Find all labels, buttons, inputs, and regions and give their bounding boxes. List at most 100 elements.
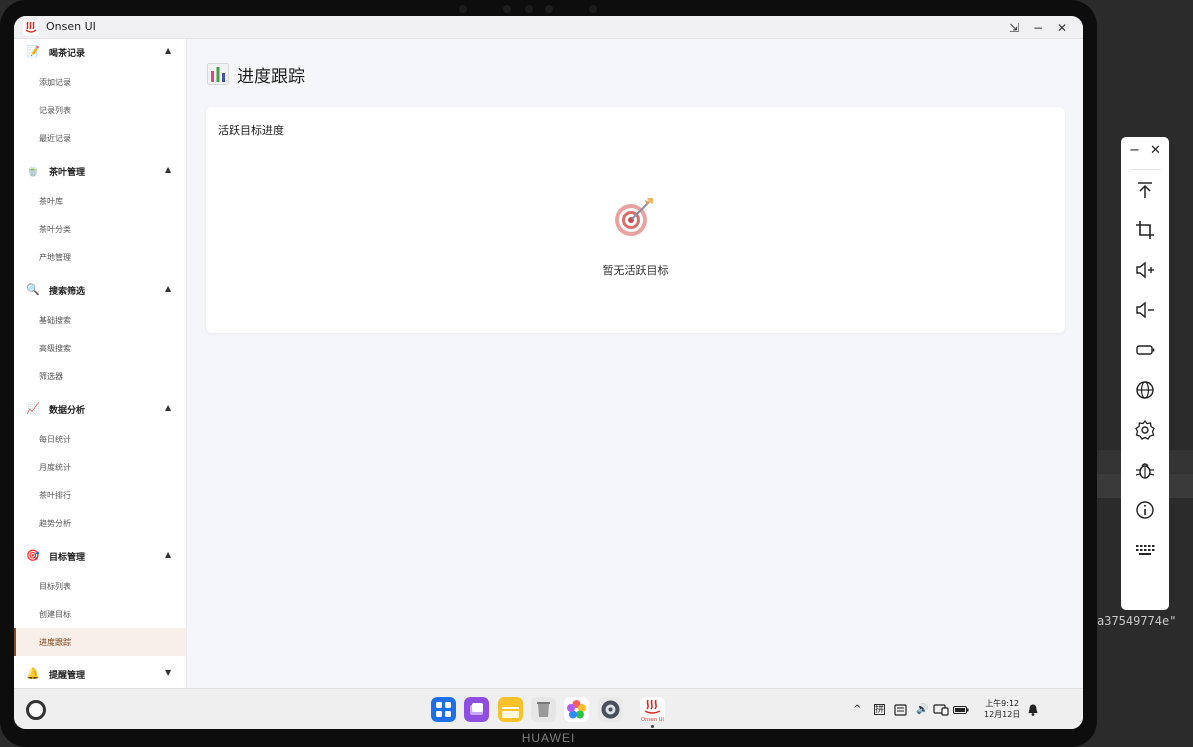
sidebar-item-trend-analysis[interactable]: 趋势分析: [14, 509, 186, 537]
card-title: 活跃目标进度: [218, 124, 284, 137]
sidebar-group-search-filter[interactable]: 🔍 搜索筛选 ▲: [14, 278, 186, 304]
notes-app-icon[interactable]: [498, 697, 523, 722]
battery-icon[interactable]: [953, 703, 969, 717]
sidebar-item-label: 基础搜索: [39, 316, 71, 325]
chevron-down-icon: ▼: [165, 668, 172, 677]
sidebar-item-monthly-stats[interactable]: 月度统计: [14, 453, 186, 481]
settings-app-icon[interactable]: [598, 697, 623, 722]
sidebar-item-tea-library[interactable]: 茶叶库: [14, 187, 186, 215]
panel-divider: [1129, 169, 1161, 170]
tea-bowl-icon: 🍵: [26, 164, 40, 177]
gear-icon[interactable]: [1133, 418, 1157, 442]
sidebar-item-origin-management[interactable]: 产地管理: [14, 243, 186, 271]
app-launcher-icon[interactable]: [431, 697, 456, 722]
close-button[interactable]: ✕: [1052, 19, 1072, 37]
sidebar-group-reminders[interactable]: 🔔 提醒管理 ▼: [14, 662, 186, 688]
onsen-logo-icon: [23, 20, 39, 35]
sidebar-group-tea-records[interactable]: 📝 喝茶记录 ▲: [14, 40, 186, 66]
dock-app-label: Onsen UI: [641, 717, 664, 723]
chevron-up-icon: ▲: [165, 165, 172, 174]
chevron-up-icon: ▲: [165, 284, 172, 293]
sensor-dot: [589, 5, 597, 13]
globe-icon[interactable]: [1133, 378, 1157, 402]
clock-time: 上午9:12: [985, 699, 1020, 708]
sidebar-item-label: 筛选器: [39, 372, 63, 381]
target-icon: 🎯: [26, 549, 40, 562]
device-brand: HUAWEI: [521, 731, 576, 745]
keyboard-icon[interactable]: [1133, 538, 1157, 562]
sidebar-group-label: 喝茶记录: [49, 49, 86, 59]
info-icon[interactable]: [1133, 498, 1157, 522]
sidebar-item-label: 茶叶排行: [39, 491, 71, 500]
sidebar-item-tea-ranking[interactable]: 茶叶排行: [14, 481, 186, 509]
sidebar-item-label: 每日统计: [39, 435, 71, 444]
chevron-up-icon: ▲: [165, 403, 172, 412]
sidebar-item-label: 茶叶分类: [39, 225, 71, 234]
power-icon[interactable]: [1133, 338, 1157, 362]
clock-date: 12月12日: [984, 710, 1021, 719]
panel-close-button[interactable]: ✕: [1150, 143, 1161, 158]
sidebar-item-goal-list[interactable]: 目标列表: [14, 572, 186, 600]
sidebar-item-tea-categories[interactable]: 茶叶分类: [14, 215, 186, 243]
notification-bell-icon[interactable]: [1027, 703, 1039, 717]
sidebar-item-filter[interactable]: 筛选器: [14, 362, 186, 390]
sidebar-nav: 📝 喝茶记录 ▲ 添加记录 记录列表 最近记录 🍵 茶叶管理 ▲ 茶叶库 茶叶分…: [14, 39, 187, 688]
pin-top-icon[interactable]: [1133, 178, 1157, 202]
sensor-dot: [503, 5, 511, 13]
active-goals-card: 活跃目标进度 暂无活跃目标: [206, 107, 1065, 333]
sidebar-item-label: 产地管理: [39, 253, 71, 262]
assistant-icon[interactable]: [26, 700, 46, 720]
volume-icon[interactable]: 🔊: [916, 703, 928, 717]
sensor-dot: [459, 5, 467, 13]
sidebar-item-label: 创建目标: [39, 610, 71, 619]
sidebar-item-label: 进度跟踪: [39, 638, 71, 647]
sidebar-item-create-goal[interactable]: 创建目标: [14, 600, 186, 628]
chevron-up-icon: ▲: [165, 46, 172, 55]
dart-target-icon: [615, 198, 653, 236]
taskbar-clock[interactable]: 上午9:12 12月12日: [984, 698, 1020, 720]
sidebar-group-label: 目标管理: [49, 553, 86, 563]
bug-icon[interactable]: [1133, 458, 1157, 482]
panel-minimize-button[interactable]: −: [1129, 143, 1140, 158]
camera-dot: [545, 5, 553, 13]
sidebar-item-label: 月度统计: [39, 463, 71, 472]
sidebar-group-label: 数据分析: [49, 406, 86, 416]
multitask-icon[interactable]: [464, 697, 489, 722]
sidebar-item-progress-tracking[interactable]: 进度跟踪: [14, 628, 186, 656]
sidebar-item-recent-records[interactable]: 最近记录: [14, 124, 186, 152]
sidebar-item-label: 趋势分析: [39, 519, 71, 528]
memo-icon: 📝: [26, 45, 40, 58]
ime-icon[interactable]: 拼: [874, 704, 885, 715]
chevron-up-icon: ▲: [165, 550, 172, 559]
sidebar-item-label: 茶叶库: [39, 197, 63, 206]
sidebar-item-record-list[interactable]: 记录列表: [14, 96, 186, 124]
running-indicator: [651, 725, 654, 728]
volume-down-icon[interactable]: [1133, 298, 1157, 322]
display-icon[interactable]: [933, 703, 949, 717]
sidebar-group-goal-management[interactable]: 🎯 目标管理 ▲: [14, 544, 186, 570]
sidebar-item-basic-search[interactable]: 基础搜索: [14, 306, 186, 334]
sidebar-item-label: 目标列表: [39, 582, 71, 591]
tray-expand-caret-icon[interactable]: ^: [853, 703, 861, 717]
camera-bar: [455, 5, 605, 13]
sidebar-item-label: 添加记录: [39, 78, 71, 87]
sidebar-group-tea-management[interactable]: 🍵 茶叶管理 ▲: [14, 159, 186, 185]
sidebar-item-add-record[interactable]: 添加记录: [14, 68, 186, 96]
emulator-tool-panel: − ✕: [1121, 137, 1169, 610]
clipboard-icon[interactable]: [894, 703, 907, 717]
bell-icon: 🔔: [26, 667, 40, 680]
sidebar-group-label: 茶叶管理: [49, 168, 86, 178]
restore-button[interactable]: ⇲: [1004, 19, 1024, 37]
sidebar-item-label: 高级搜索: [39, 344, 71, 353]
sidebar-item-advanced-search[interactable]: 高级搜索: [14, 334, 186, 362]
sidebar-item-daily-stats[interactable]: 每日统计: [14, 425, 186, 453]
sidebar-group-data-analysis[interactable]: 📈 数据分析 ▲: [14, 397, 186, 423]
volume-up-icon[interactable]: [1133, 258, 1157, 282]
tablet-frame: Onsen UI ⇲ − ✕ 📝 喝茶记录 ▲ 添加记录 记录列表 最近记录 🍵…: [0, 0, 1097, 747]
minimize-button[interactable]: −: [1028, 19, 1048, 37]
tablet-screen: Onsen UI ⇲ − ✕ 📝 喝茶记录 ▲ 添加记录 记录列表 最近记录 🍵…: [14, 16, 1083, 729]
trash-icon[interactable]: [531, 697, 556, 722]
crop-icon[interactable]: [1133, 218, 1157, 242]
window-title: Onsen UI: [46, 20, 96, 33]
gallery-icon[interactable]: [564, 697, 589, 722]
